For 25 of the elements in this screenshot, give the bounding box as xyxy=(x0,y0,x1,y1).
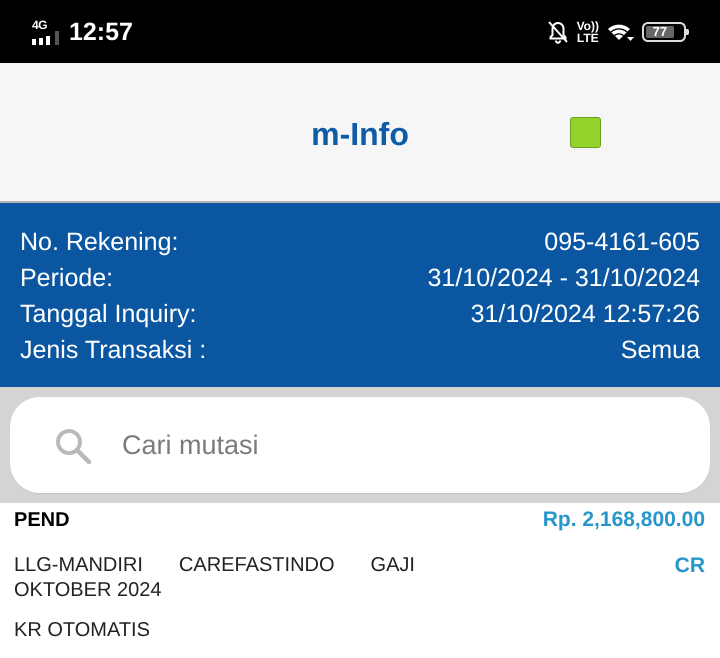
search-icon xyxy=(55,428,91,464)
info-label: Periode: xyxy=(20,263,114,293)
note-text: KR OTOMATIS xyxy=(14,618,150,643)
amount-text: Rp. 2,168,800.00 xyxy=(542,508,705,532)
wifi-icon xyxy=(607,22,634,42)
info-label: Tanggal Inquiry: xyxy=(20,299,197,329)
app-title: m-Info xyxy=(311,115,409,154)
search-field[interactable]: Cari mutasi xyxy=(10,397,710,493)
info-value: 31/10/2024 12:57:26 xyxy=(470,299,700,329)
status-label: PEND xyxy=(14,508,70,532)
signal-icon xyxy=(32,30,60,44)
square-icon xyxy=(570,116,601,148)
clock-time: 12:57 xyxy=(69,16,133,46)
info-value: 31/10/2024 - 31/10/2024 xyxy=(428,263,700,293)
info-label: Jenis Transaksi : xyxy=(20,335,206,365)
volte-label: Vo)) xyxy=(576,20,599,32)
transaction-type-label: CR xyxy=(674,553,705,578)
network-type-label: 4G xyxy=(32,18,48,30)
description-text: LLG-MANDIRI CAREFASTINDO GAJI OKTOBER 2024 xyxy=(14,553,415,603)
volte-label: LTE xyxy=(576,32,599,44)
info-value: 095-4161-605 xyxy=(544,227,700,257)
info-value: Semua xyxy=(620,335,700,365)
bell-off-icon xyxy=(546,20,569,44)
info-label: No. Rekening: xyxy=(20,227,178,257)
battery-indicator: 77 xyxy=(642,22,686,42)
